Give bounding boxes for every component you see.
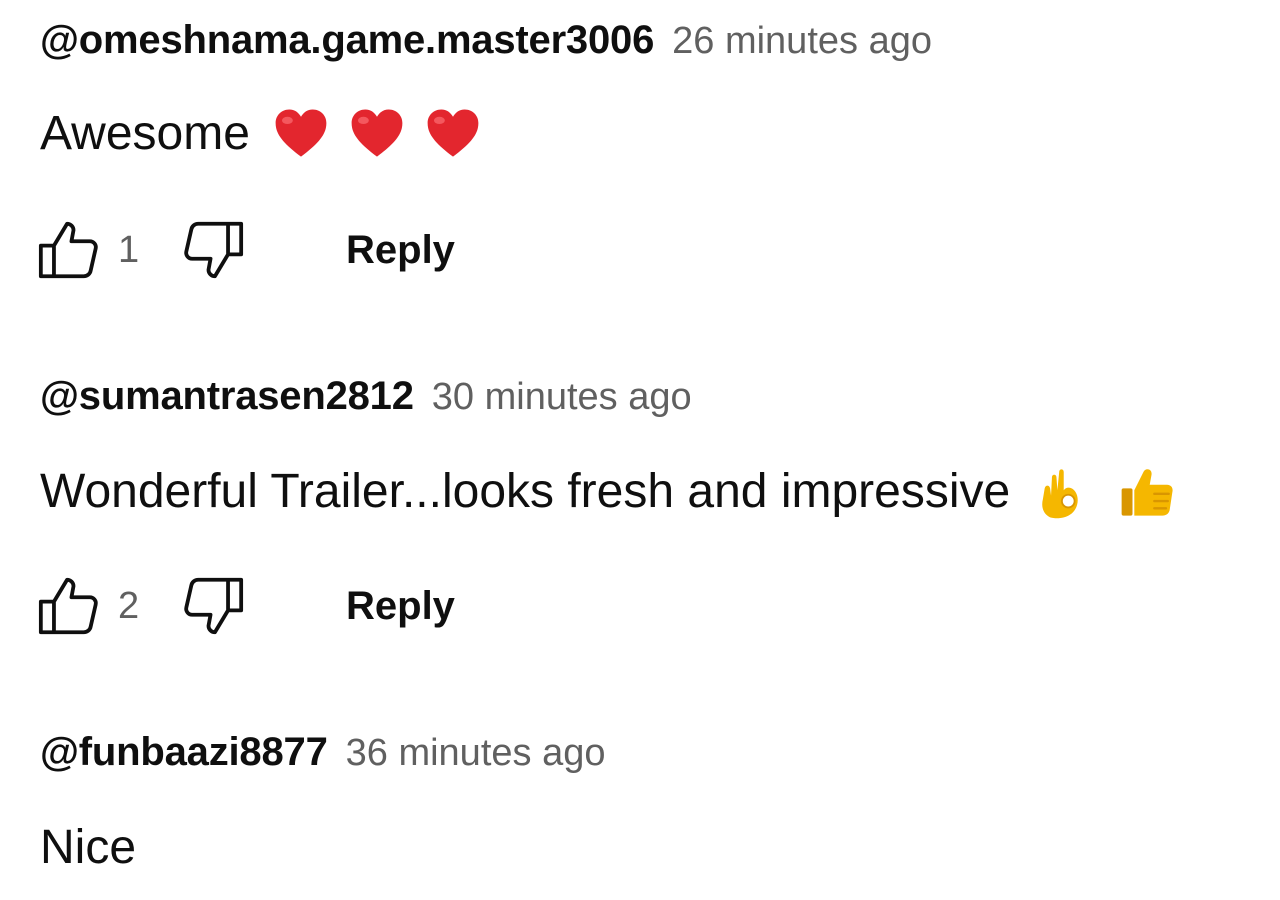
thumbs-up-icon: [38, 577, 98, 635]
like-count: 2: [118, 584, 140, 627]
comment-author[interactable]: @sumantrasen2812: [40, 374, 414, 419]
red-heart-icon: [275, 109, 327, 157]
reply-button[interactable]: Reply: [346, 584, 455, 629]
comment-author[interactable]: @omeshnama.game.master3006: [40, 18, 654, 63]
reply-button[interactable]: Reply: [346, 228, 455, 273]
comment-item: @funbaazi8877 36 minutes ago Nice: [40, 730, 1280, 882]
comment-item: @sumantrasen2812 30 minutes ago Wonderfu…: [38, 374, 1280, 635]
thumbs-down-icon: [184, 221, 244, 279]
like-button[interactable]: [34, 214, 106, 286]
like-count: 1: [118, 228, 140, 271]
comment-actions: 2 Reply: [34, 570, 455, 642]
comment-actions: 1 Reply: [34, 214, 455, 286]
thumbs-up-emoji-icon: [1121, 469, 1173, 516]
comment-text: Wonderful Trailer...looks fresh and impr…: [40, 458, 1280, 526]
emoji-group: [1032, 463, 1176, 521]
comment-timestamp[interactable]: 26 minutes ago: [672, 20, 932, 63]
dislike-button[interactable]: [176, 570, 248, 642]
thumbs-up-icon: [38, 221, 98, 279]
comment-text: Nice: [40, 814, 1280, 882]
comment-text-content: Awesome: [40, 107, 250, 160]
comment-header: @sumantrasen2812 30 minutes ago: [40, 374, 1280, 430]
red-heart-icon: [427, 109, 479, 157]
comment-timestamp[interactable]: 30 minutes ago: [432, 376, 692, 419]
emoji-group: [272, 105, 482, 163]
thumbs-down-icon: [184, 577, 244, 635]
comment-header: @omeshnama.game.master3006 26 minutes ag…: [40, 18, 1280, 74]
comment-text-content: Nice: [40, 821, 137, 874]
comments-section: @omeshnama.game.master3006 26 minutes ag…: [0, 0, 1280, 900]
comment-timestamp[interactable]: 36 minutes ago: [346, 732, 606, 775]
ok-hand-icon: [1042, 469, 1078, 519]
comment-text: Awesome: [40, 100, 1280, 168]
comment-item: @omeshnama.game.master3006 26 minutes ag…: [38, 18, 1280, 279]
comment-header: @funbaazi8877 36 minutes ago: [40, 730, 1280, 786]
comment-author[interactable]: @funbaazi8877: [40, 730, 328, 775]
like-button[interactable]: [34, 570, 106, 642]
dislike-button[interactable]: [176, 214, 248, 286]
comment-text-content: Wonderful Trailer...looks fresh and impr…: [40, 465, 1011, 518]
red-heart-icon: [351, 109, 403, 157]
